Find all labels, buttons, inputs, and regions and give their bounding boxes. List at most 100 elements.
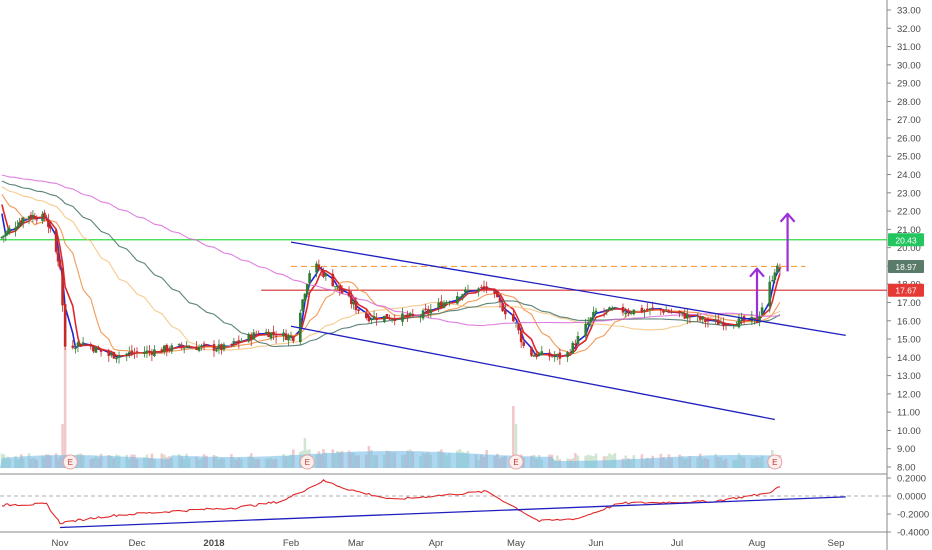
candle bbox=[770, 275, 774, 283]
move-arrow-2[interactable] bbox=[779, 212, 796, 272]
price-tick-label: 10.00 bbox=[897, 426, 921, 437]
time-tick-label: Dec bbox=[129, 538, 146, 549]
candle bbox=[182, 347, 186, 354]
candle bbox=[331, 268, 335, 287]
candle bbox=[133, 347, 136, 359]
svg-text:E: E bbox=[513, 458, 518, 467]
candle bbox=[778, 263, 782, 274]
candle bbox=[742, 314, 746, 325]
price-tick-label: 11.00 bbox=[897, 408, 920, 419]
candle bbox=[566, 350, 569, 362]
candle bbox=[170, 343, 174, 354]
earnings-marker[interactable]: E bbox=[767, 454, 783, 470]
candle bbox=[267, 328, 270, 338]
time-tick-label: May bbox=[507, 538, 525, 549]
candle bbox=[686, 308, 689, 325]
time-tick-label: Nov bbox=[52, 538, 69, 549]
red-price-badge: 17.67 bbox=[888, 283, 924, 297]
candles bbox=[0, 209, 782, 365]
oscillator-panel bbox=[0, 479, 887, 529]
earnings-marker[interactable]: E bbox=[62, 454, 78, 470]
candle bbox=[440, 295, 443, 309]
candle bbox=[632, 309, 636, 316]
candle bbox=[750, 310, 754, 325]
candle bbox=[212, 340, 216, 357]
candle bbox=[640, 305, 644, 314]
trend-lines[interactable] bbox=[290, 241, 846, 421]
candle bbox=[758, 311, 761, 327]
horizontal-lines bbox=[0, 239, 887, 291]
oscillator-trend-line[interactable] bbox=[59, 496, 846, 529]
price-tick-label: 30.00 bbox=[897, 60, 921, 71]
price-tick-label: 28.00 bbox=[897, 97, 921, 108]
candle bbox=[289, 331, 293, 342]
volume-bar bbox=[63, 348, 67, 468]
candle bbox=[264, 328, 268, 335]
svg-text:18.97: 18.97 bbox=[895, 262, 917, 272]
candle bbox=[553, 351, 557, 362]
candle bbox=[716, 313, 720, 325]
candle bbox=[646, 302, 649, 312]
volume-average-area bbox=[0, 451, 780, 468]
candle bbox=[153, 345, 156, 358]
candle bbox=[683, 308, 687, 320]
channel-bottom-line[interactable] bbox=[290, 325, 775, 421]
green-price-badge: 20.43 bbox=[888, 233, 924, 247]
candle bbox=[558, 348, 562, 365]
candle bbox=[180, 342, 184, 351]
price-tick-label: 25.00 bbox=[897, 152, 921, 163]
candle bbox=[737, 314, 741, 329]
price-tick-label: 32.00 bbox=[897, 24, 921, 35]
candle bbox=[519, 328, 523, 348]
candle bbox=[530, 346, 533, 358]
svg-text:E: E bbox=[68, 458, 73, 467]
candle bbox=[14, 221, 17, 237]
svg-text:17.67: 17.67 bbox=[895, 286, 917, 296]
moving-average-line bbox=[1, 180, 781, 348]
candle bbox=[317, 259, 321, 272]
candle bbox=[217, 339, 221, 354]
candle bbox=[117, 351, 121, 364]
candle bbox=[602, 307, 606, 318]
oscillator-axis[interactable]: 0.2000 0.0000 -0.2000 -0.4000 bbox=[887, 474, 929, 539]
candle bbox=[776, 263, 779, 274]
candle bbox=[411, 308, 415, 318]
candle bbox=[2, 235, 6, 243]
candle bbox=[608, 306, 611, 311]
time-axis[interactable]: Nov Dec 2018 Feb Mar Apr May Jun Jul Aug Sep bbox=[52, 538, 845, 549]
candle bbox=[442, 300, 446, 309]
candle bbox=[385, 313, 389, 319]
time-tick-label: Feb bbox=[283, 538, 299, 549]
candle bbox=[393, 314, 397, 326]
time-tick-label: Jul bbox=[671, 538, 683, 549]
candle bbox=[252, 328, 256, 340]
candle bbox=[338, 285, 342, 296]
svg-text:E: E bbox=[772, 458, 777, 467]
price-chart[interactable]: E E E E 33.00 32.00 31.00 30.00 29.00 28.00 27.00… bbox=[0, 0, 932, 550]
price-tick-label: 9.00 bbox=[897, 444, 916, 455]
price-tick-label: 15.00 bbox=[897, 335, 921, 346]
oscillator-line bbox=[1, 479, 781, 525]
candle bbox=[220, 343, 223, 355]
price-tick-label: 22.00 bbox=[897, 207, 921, 218]
earnings-marker[interactable]: E bbox=[299, 454, 315, 470]
earnings-marker[interactable]: E bbox=[508, 454, 524, 470]
oscillator-tick-label: 0.2000 bbox=[897, 474, 926, 485]
price-tick-label: 24.00 bbox=[897, 170, 921, 181]
time-tick-label: Apr bbox=[429, 538, 444, 549]
candle bbox=[165, 343, 169, 357]
channel-top-line[interactable] bbox=[290, 241, 846, 337]
candle bbox=[237, 335, 241, 349]
candle bbox=[760, 302, 764, 317]
moving-average-line bbox=[1, 194, 781, 355]
candle bbox=[269, 331, 273, 341]
price-tick-label: 14.00 bbox=[897, 353, 921, 364]
svg-text:E: E bbox=[305, 458, 310, 467]
candle bbox=[145, 345, 149, 358]
candle bbox=[61, 267, 64, 312]
candle bbox=[456, 291, 459, 305]
candle bbox=[485, 281, 488, 294]
candle bbox=[287, 333, 290, 347]
candle bbox=[372, 310, 376, 321]
candle bbox=[421, 308, 425, 321]
